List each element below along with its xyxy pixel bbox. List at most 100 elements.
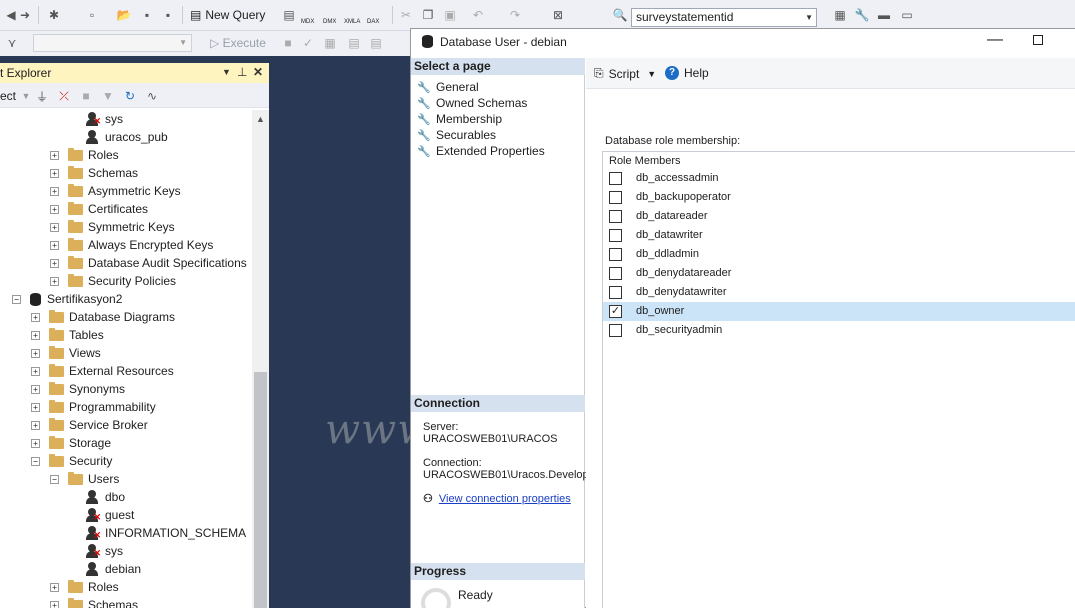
tree-node[interactable]: ✕ guest bbox=[85, 506, 134, 524]
role-checkbox[interactable] bbox=[609, 191, 622, 204]
role-checkbox[interactable]: ✓ bbox=[609, 305, 622, 318]
role-row[interactable]: db_denydatareader bbox=[603, 264, 1075, 283]
debug-icon[interactable]: ⋎ bbox=[4, 35, 20, 51]
role-row[interactable]: db_datareader bbox=[603, 207, 1075, 226]
role-row[interactable]: db_backupoperator bbox=[603, 188, 1075, 207]
maximize-button[interactable] bbox=[1033, 35, 1043, 45]
expand-icon[interactable]: + bbox=[50, 240, 59, 250]
role-row[interactable]: db_accessadmin bbox=[603, 169, 1075, 188]
execute-button[interactable]: ▷ Execute bbox=[210, 36, 266, 50]
results-file-icon[interactable]: ▤ bbox=[368, 35, 384, 51]
expand-icon[interactable]: + bbox=[50, 168, 59, 178]
role-checkbox[interactable] bbox=[609, 267, 622, 280]
toolbox-icon[interactable]: ▬ bbox=[876, 7, 892, 23]
activity-monitor-icon[interactable]: ⊠ bbox=[550, 7, 566, 23]
add-item-icon[interactable]: ▫ bbox=[84, 7, 100, 23]
tree-node[interactable]: + Database Diagrams bbox=[31, 308, 175, 326]
tree-node[interactable]: + Views bbox=[31, 344, 101, 362]
role-row[interactable]: db_securityadmin bbox=[603, 321, 1075, 340]
tree-node[interactable]: ✕ INFORMATION_SCHEMA bbox=[85, 524, 246, 542]
copy-icon[interactable]: ❐ bbox=[420, 7, 436, 23]
save-all-icon[interactable]: ▪ bbox=[160, 7, 176, 23]
tree-node[interactable]: + Database Audit Specifications bbox=[50, 254, 247, 272]
view-connection-properties[interactable]: ⚇ View connection properties bbox=[423, 493, 571, 505]
scroll-up-icon[interactable]: ▲ bbox=[256, 114, 265, 124]
undo-icon[interactable]: ↶ bbox=[470, 7, 486, 23]
role-checkbox[interactable] bbox=[609, 286, 622, 299]
refresh-icon[interactable]: ↻ bbox=[122, 88, 138, 104]
page-item-owned-schemas[interactable]: 🔧 Owned Schemas bbox=[417, 95, 527, 111]
tree-node[interactable]: − Users bbox=[50, 470, 119, 488]
role-row[interactable]: db_ddladmin bbox=[603, 245, 1075, 264]
expand-icon[interactable]: + bbox=[50, 258, 59, 268]
expand-icon[interactable]: + bbox=[31, 330, 40, 340]
expand-icon[interactable]: + bbox=[31, 384, 40, 394]
collapse-icon[interactable]: − bbox=[12, 294, 21, 304]
tree-node[interactable]: + Asymmetric Keys bbox=[50, 182, 181, 200]
dmx-query-button[interactable]: DMX bbox=[323, 19, 336, 25]
paste-icon[interactable]: ▣ bbox=[442, 7, 458, 23]
page-item-securables[interactable]: 🔧 Securables bbox=[417, 127, 496, 143]
results-text-icon[interactable]: ▤ bbox=[346, 35, 362, 51]
page-item-general[interactable]: 🔧 General bbox=[417, 79, 479, 95]
stop-icon[interactable]: ■ bbox=[280, 35, 296, 51]
tree-node[interactable]: + External Resources bbox=[31, 362, 174, 380]
tree-node[interactable]: + Programmability bbox=[31, 398, 156, 416]
disconnect-icon[interactable]: ⤫ bbox=[56, 88, 72, 104]
tree-node[interactable]: ✕ sys bbox=[85, 110, 123, 128]
connect-button[interactable]: ect bbox=[0, 89, 16, 103]
tree-node[interactable]: + Security Policies bbox=[50, 272, 176, 290]
role-checkbox[interactable] bbox=[609, 210, 622, 223]
expand-icon[interactable]: + bbox=[50, 150, 59, 160]
role-row[interactable]: db_datawriter bbox=[603, 226, 1075, 245]
cut-icon[interactable]: ✂ bbox=[398, 7, 414, 23]
view-connection-properties-link[interactable]: View connection properties bbox=[439, 493, 571, 505]
new-project-icon[interactable]: ✱ bbox=[46, 7, 62, 23]
tree-node[interactable]: − Security bbox=[31, 452, 112, 470]
collapse-icon[interactable]: − bbox=[50, 474, 59, 484]
wrench-icon[interactable]: 🔧 bbox=[854, 7, 870, 23]
scrollbar-thumb[interactable] bbox=[254, 372, 267, 608]
tree-node[interactable]: + Schemas bbox=[50, 164, 138, 182]
mdx-query-button[interactable]: MDX bbox=[301, 19, 314, 25]
role-checkbox[interactable] bbox=[609, 324, 622, 337]
parse-icon[interactable]: ✓ bbox=[300, 35, 316, 51]
tree-node[interactable]: + Certificates bbox=[50, 200, 148, 218]
role-row[interactable]: db_denydatawriter bbox=[603, 283, 1075, 302]
expand-icon[interactable]: + bbox=[31, 438, 40, 448]
expand-icon[interactable]: + bbox=[31, 312, 40, 322]
expand-icon[interactable]: + bbox=[31, 402, 40, 412]
expand-icon[interactable]: + bbox=[31, 348, 40, 358]
expand-icon[interactable]: + bbox=[50, 582, 59, 592]
tree-node[interactable]: + Tables bbox=[31, 326, 104, 344]
pin-icon[interactable]: ⊥ bbox=[237, 65, 247, 79]
stop-icon[interactable]: ■ bbox=[78, 88, 94, 104]
tree-node[interactable]: uracos_pub bbox=[85, 128, 168, 146]
tree-node[interactable]: dbo bbox=[85, 488, 125, 506]
expand-icon[interactable]: + bbox=[31, 366, 40, 376]
role-checkbox[interactable] bbox=[609, 248, 622, 261]
dax-query-button[interactable]: DAX bbox=[367, 19, 379, 25]
tree-node[interactable]: + Service Broker bbox=[31, 416, 148, 434]
expand-icon[interactable]: + bbox=[50, 204, 59, 214]
tree-node[interactable]: + Always Encrypted Keys bbox=[50, 236, 213, 254]
role-checkbox[interactable] bbox=[609, 229, 622, 242]
tree-node[interactable]: + Synonyms bbox=[31, 380, 125, 398]
available-databases-select[interactable]: surveystatementid ▼ bbox=[631, 8, 817, 27]
expand-icon[interactable]: + bbox=[31, 420, 40, 430]
close-icon[interactable]: ✕ bbox=[253, 65, 263, 79]
results-grid-icon[interactable]: ▦ bbox=[322, 35, 338, 51]
page-item-extended-properties[interactable]: 🔧 Extended Properties bbox=[417, 143, 545, 159]
solution-config-select[interactable]: ▼ bbox=[33, 34, 192, 52]
expand-icon[interactable]: + bbox=[50, 276, 59, 286]
page-item-membership[interactable]: 🔧 Membership bbox=[417, 111, 502, 127]
help-button[interactable]: ? Help bbox=[665, 66, 709, 80]
collapse-icon[interactable]: − bbox=[31, 456, 40, 466]
activity-icon[interactable]: ∿ bbox=[144, 88, 160, 104]
expand-icon[interactable]: + bbox=[50, 222, 59, 232]
save-icon[interactable]: ▪ bbox=[139, 7, 155, 23]
tree-node[interactable]: + Schemas bbox=[50, 596, 138, 608]
tree-node[interactable]: + Symmetric Keys bbox=[50, 218, 175, 236]
object-explorer-scrollbar[interactable]: ▲ bbox=[252, 110, 269, 608]
expand-icon[interactable]: + bbox=[50, 186, 59, 196]
